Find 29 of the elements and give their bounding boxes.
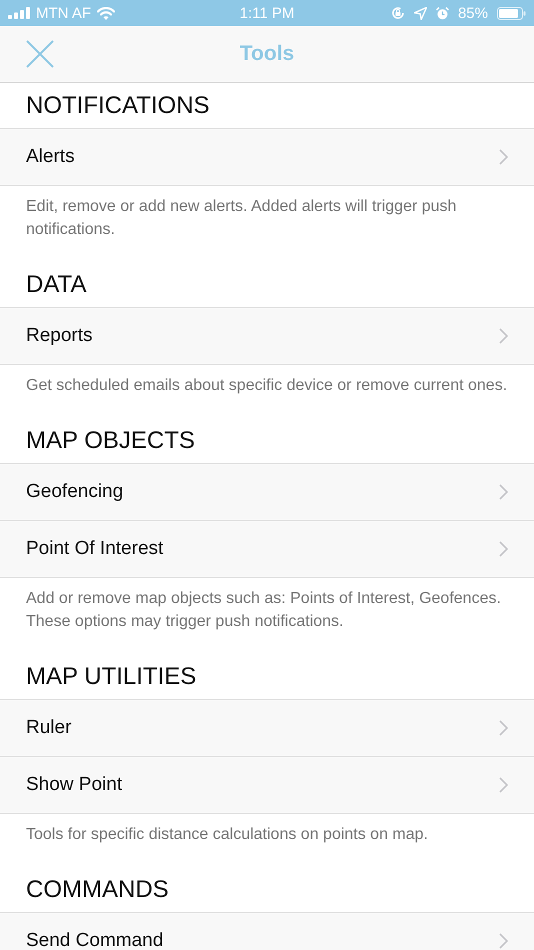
- battery-icon: [497, 6, 526, 20]
- chevron-icon: [499, 720, 508, 736]
- section-description: Add or remove map objects such as: Points of Interest, Geofences. These options may trigger push notifications.: [25, 589, 502, 632]
- section-description: Tools for specific distance calculations on points on map.: [25, 825, 429, 845]
- menu-item[interactable]: Reports: [0, 308, 534, 365]
- wifi-icon: [97, 6, 115, 20]
- alarm-clock-icon: [436, 6, 449, 20]
- chevron-icon: [499, 777, 508, 793]
- screen-title: Tools: [240, 42, 294, 66]
- menu-item[interactable]: Alerts: [0, 129, 534, 186]
- location-arrow-icon: [414, 6, 427, 20]
- battery-percent: 85%: [458, 4, 488, 22]
- signal-icon: [8, 7, 30, 19]
- menu-item[interactable]: Show Point: [0, 757, 534, 814]
- menu-item[interactable]: Point Of Interest: [0, 521, 534, 578]
- chevron-icon: [499, 541, 508, 557]
- chevron-icon: [499, 484, 508, 500]
- rotation-lock-icon: [390, 6, 405, 20]
- chevron-icon: [499, 328, 508, 344]
- menu-item[interactable]: Ruler: [0, 700, 534, 757]
- menu-item[interactable]: Send Command: [0, 913, 534, 950]
- chevron-icon: [499, 933, 508, 949]
- menu-item[interactable]: Geofencing: [0, 464, 534, 521]
- chevron-icon: [499, 149, 508, 165]
- section-description: Get scheduled emails about specific device or remove current ones.: [25, 376, 508, 396]
- carrier-name: MTN AF: [36, 4, 91, 22]
- close-icon[interactable]: [26, 40, 54, 68]
- section-description: Edit, remove or add new alerts. Added alerts will trigger push notifications.: [25, 197, 458, 240]
- clock-time: 1:11 PM: [240, 4, 294, 22]
